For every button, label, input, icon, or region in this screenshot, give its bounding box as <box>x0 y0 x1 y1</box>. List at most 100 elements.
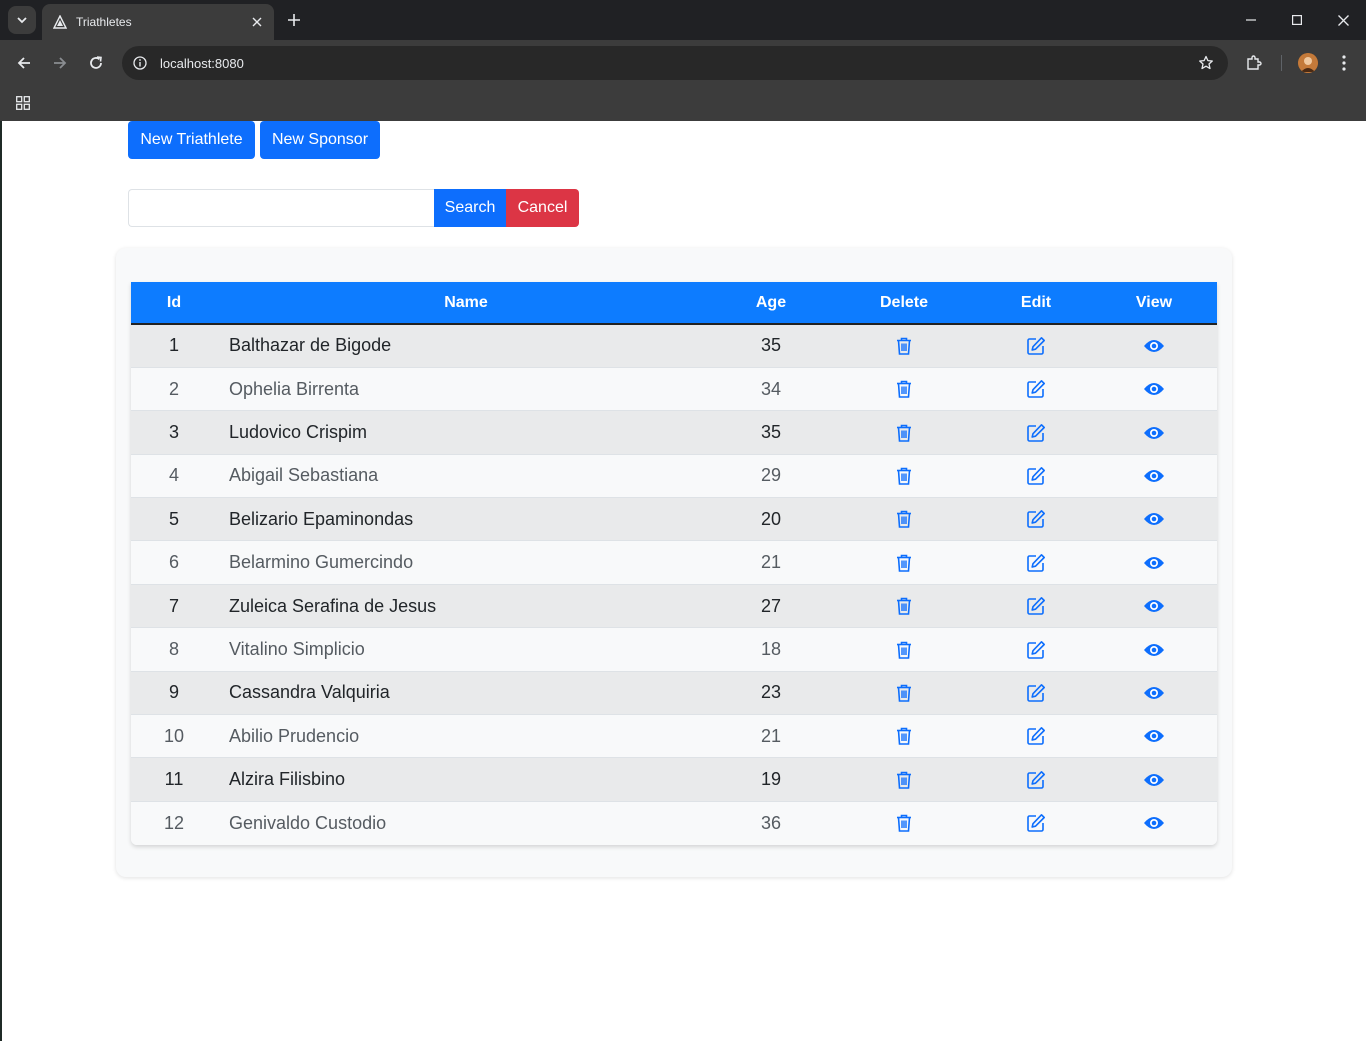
cell-edit <box>981 800 1091 845</box>
info-icon[interactable] <box>132 55 148 71</box>
minimize-button[interactable] <box>1228 0 1274 40</box>
cell-id: 5 <box>131 497 217 541</box>
close-tab-icon[interactable] <box>248 13 266 31</box>
new-tab-button[interactable] <box>283 9 305 31</box>
new-triathlete-button[interactable]: New Triathlete <box>128 121 255 159</box>
cell-delete <box>827 497 981 541</box>
edit-icon[interactable] <box>1025 422 1047 444</box>
cell-name: Belarmino Gumercindo <box>217 540 715 585</box>
bookmark-star-icon[interactable] <box>1194 51 1218 75</box>
edit-icon[interactable] <box>1025 812 1047 834</box>
trash-icon[interactable] <box>893 725 915 747</box>
edit-icon[interactable] <box>1025 335 1047 357</box>
cell-view <box>1091 410 1217 455</box>
profile-avatar[interactable] <box>1298 53 1318 73</box>
url-text[interactable]: localhost:8080 <box>160 56 1194 71</box>
cell-age: 35 <box>760 335 782 356</box>
trash-icon[interactable] <box>893 682 915 704</box>
trash-icon[interactable] <box>893 422 915 444</box>
trash-icon[interactable] <box>893 769 915 791</box>
cell-id: 12 <box>131 800 217 845</box>
cell-name: Ludovico Crispim <box>217 410 715 455</box>
search-input[interactable] <box>128 189 434 227</box>
cell-edit <box>981 757 1091 802</box>
edit-icon[interactable] <box>1025 639 1047 661</box>
trash-icon[interactable] <box>893 812 915 834</box>
cell-name: Belizario Epaminondas <box>217 497 715 541</box>
column-header-view: View <box>1135 293 1173 311</box>
eye-icon[interactable] <box>1143 378 1165 400</box>
trash-icon[interactable] <box>893 639 915 661</box>
reload-icon <box>90 56 102 69</box>
trash-icon[interactable] <box>893 595 915 617</box>
eye-icon[interactable] <box>1143 639 1165 661</box>
trash-icon[interactable] <box>893 465 915 487</box>
cell-edit <box>981 324 1091 367</box>
table-row: 7 Zuleica Serafina de Jesus 27 <box>131 583 1217 628</box>
search-button[interactable]: Search <box>434 189 506 227</box>
eye-icon[interactable] <box>1143 682 1165 704</box>
new-sponsor-button[interactable]: New Sponsor <box>260 121 380 159</box>
edit-icon[interactable] <box>1025 508 1047 530</box>
cell-id: 6 <box>131 540 217 585</box>
tab-search-button[interactable] <box>8 6 36 34</box>
eye-icon[interactable] <box>1143 595 1165 617</box>
trash-icon[interactable] <box>893 508 915 530</box>
cell-delete <box>827 670 981 715</box>
table-row: 8 Vitalino Simplicio 18 <box>131 627 1217 672</box>
edit-icon[interactable] <box>1025 378 1047 400</box>
eye-icon[interactable] <box>1143 725 1165 747</box>
table-row: 9 Cassandra Valquiria 23 <box>131 670 1217 715</box>
cell-view <box>1091 453 1217 498</box>
eye-icon[interactable] <box>1143 769 1165 791</box>
eye-icon[interactable] <box>1143 552 1165 574</box>
triathletes-table-wrapper: Id Name Age Delete Edit View 1 Balthazar … <box>131 282 1217 845</box>
arrow-left-icon <box>17 57 30 69</box>
edit-icon[interactable] <box>1025 595 1047 617</box>
eye-icon[interactable] <box>1143 422 1165 444</box>
table-row: 3 Ludovico Crispim 35 <box>131 410 1217 455</box>
apps-button[interactable] <box>12 92 34 114</box>
close-window-button[interactable] <box>1320 0 1366 40</box>
column-header-id[interactable]: Id <box>131 282 217 324</box>
edit-icon[interactable] <box>1025 682 1047 704</box>
edit-icon[interactable] <box>1025 552 1047 574</box>
trash-icon[interactable] <box>893 378 915 400</box>
chevron-down-icon <box>17 17 27 24</box>
cell-age: 27 <box>715 583 827 628</box>
cell-id: 11 <box>131 757 217 802</box>
table-row: 4 Abigail Sebastiana 29 <box>131 453 1217 498</box>
cell-id: 2 <box>131 366 217 411</box>
minimize-icon <box>1246 19 1256 21</box>
table-row: 12 Genivaldo Custodio 36 <box>131 800 1217 845</box>
extensions-button[interactable] <box>1240 49 1268 77</box>
eye-icon[interactable] <box>1143 508 1165 530</box>
column-header-name[interactable]: Name <box>217 282 715 324</box>
address-bar[interactable]: localhost:8080 <box>122 46 1228 80</box>
back-button[interactable] <box>10 49 38 77</box>
cell-name: Abilio Prudencio <box>217 714 715 758</box>
eye-icon[interactable] <box>1143 335 1165 357</box>
eye-icon[interactable] <box>1143 465 1165 487</box>
maximize-icon <box>1292 15 1302 25</box>
eye-icon[interactable] <box>1143 812 1165 834</box>
cell-edit <box>981 453 1091 498</box>
reload-button[interactable] <box>82 49 110 77</box>
trash-icon[interactable] <box>893 552 915 574</box>
edit-icon[interactable] <box>1025 769 1047 791</box>
page-content: New Triathlete New Sponsor Search Cancel… <box>0 121 1366 1041</box>
browser-menu-button[interactable] <box>1330 49 1358 77</box>
browser-toolbar: localhost:8080 <box>0 40 1366 86</box>
puzzle-icon <box>1247 55 1262 70</box>
column-header-age[interactable]: Age <box>715 282 827 324</box>
maximize-button[interactable] <box>1274 0 1320 40</box>
cell-edit <box>981 714 1091 758</box>
edit-icon[interactable] <box>1025 465 1047 487</box>
table-row: 11 Alzira Filisbino 19 <box>131 757 1217 802</box>
trash-icon[interactable] <box>893 335 915 357</box>
cancel-button[interactable]: Cancel <box>506 189 579 227</box>
cell-delete <box>827 324 981 367</box>
browser-tab[interactable]: Triathletes <box>42 4 274 40</box>
forward-button[interactable] <box>46 49 74 77</box>
edit-icon[interactable] <box>1025 725 1047 747</box>
